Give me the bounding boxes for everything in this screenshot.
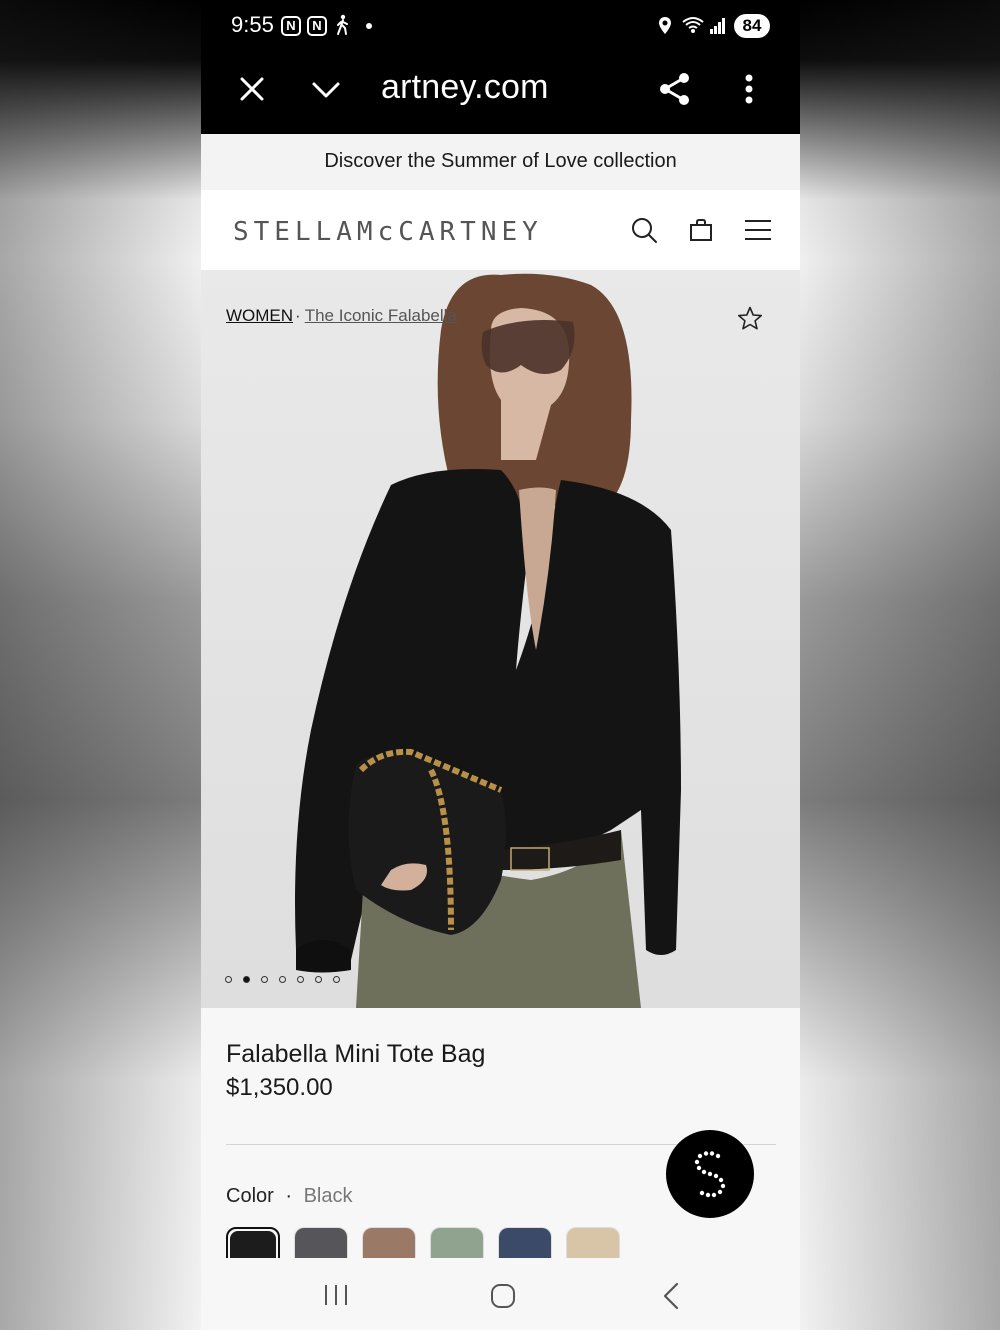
- blur-band-left: [0, 0, 201, 1330]
- chevron-down-icon[interactable]: [311, 80, 341, 105]
- carousel-dot[interactable]: [333, 976, 340, 983]
- blur-band-right: [799, 0, 1000, 1330]
- wifi-icon: [682, 15, 704, 40]
- promo-banner[interactable]: Discover the Summer of Love collection: [201, 134, 800, 190]
- notification-n-icon: N: [281, 16, 301, 36]
- carousel-dot[interactable]: [225, 976, 232, 983]
- breadcrumb-separator: ·: [295, 306, 301, 325]
- color-value: Black: [303, 1185, 353, 1207]
- system-nav-bar: [201, 1258, 800, 1330]
- wishlist-star-icon[interactable]: [737, 306, 763, 336]
- back-icon[interactable]: [662, 1282, 680, 1315]
- site-header: STELLAMcCARTNEY: [201, 190, 800, 270]
- breadcrumb-collection-link[interactable]: The Iconic Falabella: [305, 306, 457, 325]
- recent-apps-icon[interactable]: [323, 1284, 349, 1311]
- more-notifications-dot-icon: [366, 23, 372, 29]
- status-bar: 9:55 N N 84: [201, 0, 800, 52]
- phone-screen: 9:55 N N 84 artney.com Discover the Summ…: [201, 0, 800, 1330]
- search-icon[interactable]: [631, 217, 658, 249]
- status-time: 9:55: [231, 12, 274, 37]
- s-logo-icon: [694, 1151, 726, 1198]
- more-menu-icon[interactable]: [745, 74, 753, 109]
- battery-indicator: 84: [734, 14, 770, 38]
- notification-n-icon-2: N: [307, 16, 327, 36]
- shopping-bag-icon[interactable]: [689, 218, 713, 247]
- location-icon: [658, 16, 672, 41]
- carousel-dot[interactable]: [315, 976, 322, 983]
- color-selector-label: Color · Black: [226, 1185, 353, 1208]
- chat-assistant-button[interactable]: [666, 1130, 754, 1218]
- home-icon[interactable]: [490, 1283, 516, 1314]
- carousel-dot[interactable]: [279, 976, 286, 983]
- product-image-carousel[interactable]: WOMEN · The Iconic Falabella: [201, 270, 800, 1008]
- carousel-dot[interactable]: [243, 976, 250, 983]
- brand-logo[interactable]: STELLAMcCARTNEY: [233, 217, 543, 247]
- carousel-pagination[interactable]: [225, 976, 340, 983]
- carousel-dot[interactable]: [297, 976, 304, 983]
- product-name: Falabella Mini Tote Bag: [226, 1040, 486, 1068]
- hamburger-menu-icon[interactable]: [744, 219, 772, 246]
- signal-icon: [709, 17, 727, 40]
- walking-icon: [335, 14, 351, 41]
- share-icon[interactable]: [659, 72, 691, 111]
- browser-toolbar: artney.com: [201, 52, 800, 134]
- breadcrumb-women-link[interactable]: WOMEN: [226, 306, 293, 325]
- breadcrumb: WOMEN · The Iconic Falabella: [226, 306, 457, 326]
- carousel-dot[interactable]: [261, 976, 268, 983]
- product-photo: [201, 270, 800, 1008]
- color-separator: ·: [285, 1185, 293, 1207]
- product-price: $1,350.00: [226, 1074, 333, 1101]
- url-text[interactable]: artney.com: [381, 68, 549, 107]
- color-label: Color: [226, 1185, 274, 1207]
- close-icon[interactable]: [239, 76, 265, 107]
